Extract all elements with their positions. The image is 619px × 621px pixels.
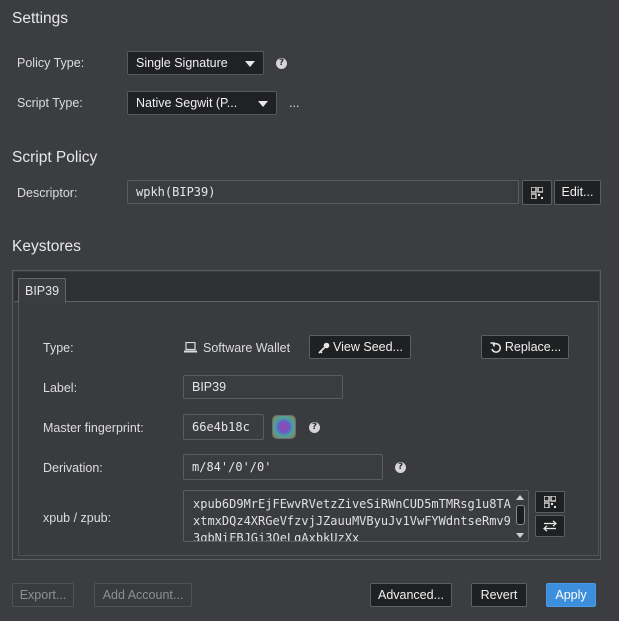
scroll-up-icon[interactable] <box>516 495 524 500</box>
settings-title: Settings <box>12 10 69 27</box>
type-label: Type: <box>43 341 74 355</box>
help-icon[interactable]: ? <box>276 58 287 69</box>
export-button[interactable]: Export... <box>12 583 74 607</box>
keystore-label-field[interactable]: BIP39 <box>183 375 343 399</box>
derivation-label: Derivation: <box>43 461 103 475</box>
script-type-label: Script Type: <box>17 96 83 110</box>
chevron-down-icon <box>258 101 268 107</box>
xpub-text: xpub6D9MrEjFEwvRVetzZiveSiRWnCUD5mTMRsg1… <box>193 497 511 542</box>
policy-type-combo[interactable]: Single Signature <box>127 51 264 75</box>
keystores-title: Keystores <box>12 238 81 255</box>
help-icon[interactable]: ? <box>309 422 320 433</box>
scroll-thumb[interactable] <box>516 505 525 525</box>
apply-button[interactable]: Apply <box>546 583 596 607</box>
label-label: Label: <box>43 381 78 395</box>
descriptor-field[interactable]: wpkh(BIP39) <box>127 180 519 204</box>
swap-icon <box>543 520 557 532</box>
type-value: Software Wallet <box>203 341 291 355</box>
fingerprint-field[interactable]: 66e4b18c <box>183 414 264 440</box>
advanced-button[interactable]: Advanced... <box>370 583 452 607</box>
derivation-field[interactable]: m/84'/0'/0' <box>183 454 383 480</box>
add-account-button[interactable]: Add Account... <box>94 583 192 607</box>
xpub-qr-button[interactable] <box>535 491 565 513</box>
key-icon <box>318 342 330 354</box>
descriptor-label: Descriptor: <box>17 186 78 200</box>
revert-button[interactable]: Revert <box>471 583 527 607</box>
chevron-down-icon <box>245 61 255 67</box>
fingerprint-identicon <box>272 415 296 439</box>
xpub-swap-button[interactable] <box>535 515 565 537</box>
tab-bip39[interactable]: BIP39 <box>18 278 66 303</box>
script-type-more[interactable]: ... <box>289 96 299 110</box>
scroll-down-icon[interactable] <box>516 533 524 538</box>
edit-descriptor-button[interactable]: Edit... <box>554 180 601 205</box>
fingerprint-label: Master fingerprint: <box>43 421 144 435</box>
policy-type-value: Single Signature <box>136 56 228 70</box>
policy-type-label: Policy Type: <box>17 56 85 70</box>
qr-code-icon <box>544 496 556 508</box>
view-seed-button[interactable]: View Seed... <box>309 335 411 359</box>
script-policy-title: Script Policy <box>12 149 98 166</box>
keystores-tabbar <box>14 272 599 302</box>
script-type-value: Native Segwit (P... <box>136 96 238 110</box>
xpub-field[interactable]: xpub6D9MrEjFEwvRVetzZiveSiRWnCUD5mTMRsg1… <box>183 490 529 542</box>
undo-icon <box>490 342 501 353</box>
xpub-scrollbar[interactable] <box>515 493 526 539</box>
xpub-label: xpub / zpub: <box>43 511 112 525</box>
help-icon[interactable]: ? <box>395 462 406 473</box>
descriptor-qr-button[interactable] <box>522 180 552 205</box>
laptop-icon <box>184 342 197 353</box>
replace-button[interactable]: Replace... <box>481 335 569 359</box>
qr-code-icon <box>531 187 543 199</box>
script-type-combo[interactable]: Native Segwit (P... <box>127 91 277 115</box>
